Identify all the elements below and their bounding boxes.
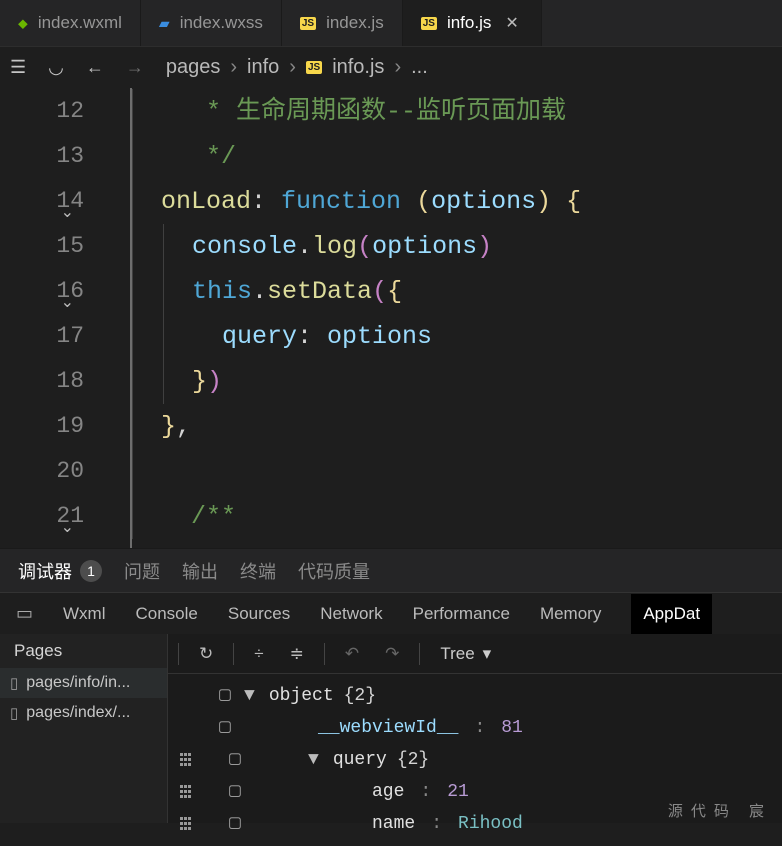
js-icon: JS bbox=[306, 61, 322, 74]
status-text: 源代码 宸 bbox=[668, 800, 772, 821]
debugger-tab-bar: 调试器1 问题 输出 终端 代码质量 bbox=[0, 548, 782, 592]
tab-index-wxss[interactable]: ▰ index.wxss bbox=[141, 0, 282, 46]
box-icon[interactable]: ▢ bbox=[226, 776, 244, 808]
inspect-icon[interactable]: ▭ bbox=[16, 603, 33, 624]
memory-tab[interactable]: Memory bbox=[540, 604, 601, 624]
box-icon[interactable]: ▢ bbox=[216, 680, 234, 712]
tab-info-js[interactable]: JS info.js ✕ bbox=[403, 0, 542, 46]
tree-row[interactable]: ▢▼object {2} bbox=[180, 680, 770, 712]
chevron-right-icon: › bbox=[230, 56, 237, 79]
line-number: 15 bbox=[0, 224, 84, 269]
page-item[interactable]: ▯pages/index/... bbox=[0, 698, 167, 728]
view-mode-select[interactable]: Tree▾ bbox=[440, 644, 491, 664]
expand-icon[interactable]: ▼ bbox=[244, 680, 255, 712]
tab-index-wxml[interactable]: ⬥ index.wxml bbox=[0, 0, 141, 46]
count-badge: 1 bbox=[80, 560, 102, 582]
data-view-panel: ↻ ÷ ≑ ↶ ↷ Tree▾ ▢▼object {2} ▢__webviewI… bbox=[168, 634, 782, 823]
code-editor[interactable]: 12 13 14⌄ 15 16⌄ 17 18 19 20 21⌄ * 生命周期函… bbox=[0, 88, 782, 548]
issues-tab[interactable]: 问题 bbox=[124, 558, 160, 584]
drag-handle-icon[interactable] bbox=[180, 753, 194, 767]
box-icon[interactable]: ▢ bbox=[226, 744, 244, 776]
expand-up-icon[interactable]: ÷ bbox=[248, 644, 269, 664]
expand-icon[interactable]: ▼ bbox=[308, 744, 319, 776]
devtools-tab-bar: ▭ Wxml Console Sources Network Performan… bbox=[0, 592, 782, 634]
line-number: 14⌄ bbox=[0, 179, 84, 224]
sources-tab[interactable]: Sources bbox=[228, 604, 290, 624]
line-number: 13 bbox=[0, 134, 84, 179]
file-icon: ▯ bbox=[10, 704, 18, 722]
page-item[interactable]: ▯pages/info/in... bbox=[0, 668, 167, 698]
crumb-ellipsis[interactable]: ... bbox=[411, 56, 428, 79]
js-icon: JS bbox=[300, 17, 316, 30]
box-icon[interactable]: ▢ bbox=[216, 712, 234, 744]
wxss-icon: ▰ bbox=[159, 15, 170, 32]
line-number: 21⌄ bbox=[0, 494, 84, 539]
drag-handle-icon[interactable] bbox=[180, 817, 194, 831]
list-icon[interactable]: ☰ bbox=[10, 57, 26, 78]
js-icon: JS bbox=[421, 17, 437, 30]
quality-tab[interactable]: 代码质量 bbox=[298, 558, 370, 584]
code-content[interactable]: * 生命周期函数--监听页面加载 */ onLoad: function (op… bbox=[130, 88, 782, 548]
line-number: 19 bbox=[0, 404, 84, 449]
drag-handle-icon[interactable] bbox=[180, 785, 194, 799]
editor-action-bar: ☰ ◡ ← → pages › info › JS info.js › ... bbox=[0, 46, 782, 88]
line-number: 12 bbox=[0, 89, 84, 134]
chevron-right-icon: › bbox=[289, 56, 296, 79]
undo-icon[interactable]: ↶ bbox=[339, 644, 365, 664]
wxml-icon: ⬥ bbox=[18, 15, 28, 32]
line-number: 20 bbox=[0, 449, 84, 494]
pages-panel: Pages ▯pages/info/in... ▯pages/index/... bbox=[0, 634, 168, 823]
redo-icon[interactable]: ↷ bbox=[379, 644, 405, 664]
collapse-down-icon[interactable]: ≑ bbox=[284, 644, 310, 664]
file-icon: ▯ bbox=[10, 674, 18, 692]
back-icon[interactable]: ← bbox=[86, 57, 104, 78]
chevron-right-icon: › bbox=[394, 56, 401, 79]
crumb[interactable]: info.js bbox=[332, 56, 384, 79]
line-number: 18 bbox=[0, 359, 84, 404]
fold-icon[interactable]: ⌄ bbox=[61, 506, 74, 551]
box-icon[interactable]: ▢ bbox=[226, 808, 244, 840]
console-tab[interactable]: Console bbox=[136, 604, 198, 624]
appdata-tab[interactable]: AppDat bbox=[631, 594, 712, 634]
editor-tabs-bar: ⬥ index.wxml ▰ index.wxss JS index.js JS inf… bbox=[0, 0, 782, 46]
output-tab[interactable]: 输出 bbox=[182, 558, 218, 584]
bookmark-icon[interactable]: ◡ bbox=[48, 57, 64, 78]
refresh-icon[interactable]: ↻ bbox=[193, 644, 219, 664]
tab-label: index.js bbox=[326, 13, 384, 33]
tree-row[interactable]: ▢__webviewId__:81 bbox=[180, 712, 770, 744]
crumb[interactable]: info bbox=[247, 56, 279, 79]
forward-icon[interactable]: → bbox=[126, 57, 144, 78]
pages-title: Pages bbox=[0, 634, 167, 668]
breadcrumb[interactable]: pages › info › JS info.js › ... bbox=[166, 56, 428, 79]
line-gutter: 12 13 14⌄ 15 16⌄ 17 18 19 20 21⌄ bbox=[0, 88, 130, 548]
tab-label: info.js bbox=[447, 13, 491, 33]
tab-label: index.wxss bbox=[180, 13, 263, 33]
line-number: 16⌄ bbox=[0, 269, 84, 314]
appdata-inspector: Pages ▯pages/info/in... ▯pages/index/...… bbox=[0, 634, 782, 823]
tree-row[interactable]: ▢▼query {2} bbox=[180, 744, 770, 776]
debugger-tab[interactable]: 调试器1 bbox=[18, 558, 102, 584]
line-number: 17 bbox=[0, 314, 84, 359]
chevron-down-icon: ▾ bbox=[483, 644, 492, 664]
network-tab[interactable]: Network bbox=[320, 604, 382, 624]
close-icon[interactable]: ✕ bbox=[501, 13, 522, 33]
tab-index-js[interactable]: JS index.js bbox=[282, 0, 403, 46]
crumb[interactable]: pages bbox=[166, 56, 221, 79]
performance-tab[interactable]: Performance bbox=[413, 604, 510, 624]
terminal-tab[interactable]: 终端 bbox=[240, 558, 276, 584]
data-toolbar: ↻ ÷ ≑ ↶ ↷ Tree▾ bbox=[168, 634, 782, 674]
wxml-tab[interactable]: Wxml bbox=[63, 604, 105, 624]
tab-label: index.wxml bbox=[38, 13, 122, 33]
